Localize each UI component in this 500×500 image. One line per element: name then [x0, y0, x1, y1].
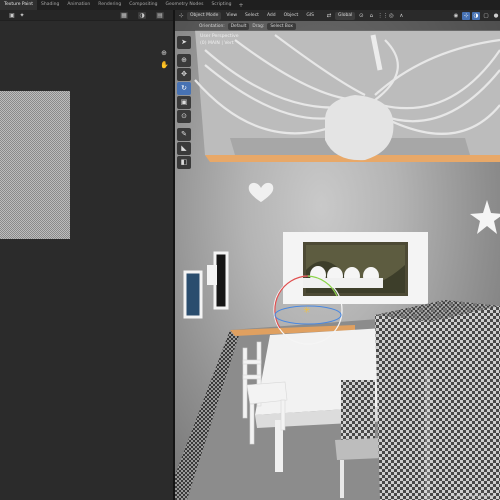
view-toggle-icon[interactable]: ▦: [120, 12, 128, 19]
shading-solid-icon[interactable]: ●: [492, 12, 500, 20]
collection-name: (0) MAIN | Vert: [200, 41, 234, 46]
measure-icon[interactable]: ◣: [177, 142, 191, 155]
tab-shading[interactable]: Shading: [37, 0, 63, 10]
orientation-select[interactable]: Default: [227, 22, 250, 30]
svg-text:✳: ✳: [303, 306, 311, 316]
scene-render: ✳: [175, 30, 500, 500]
checker-texture: [0, 91, 70, 239]
heart-decor: [248, 182, 274, 202]
add-workspace-button[interactable]: +: [235, 2, 246, 9]
3d-viewport[interactable]: ✳ ⊹ Object Mode View Select Add Object G…: [175, 10, 500, 500]
scale-icon[interactable]: ▣: [177, 96, 191, 109]
view-name: User Perspective: [200, 34, 239, 39]
viewport-header: ⊹ Object Mode View Select Add Object GIS…: [175, 10, 500, 21]
tab-rendering[interactable]: Rendering: [94, 0, 125, 10]
menu-gis[interactable]: GIS: [303, 12, 317, 20]
image-editor-canvas[interactable]: ⊕ ✋: [0, 21, 173, 500]
image-editor-header: ▣ ✦ ▦ ◑ ▤: [0, 10, 173, 21]
menu-object[interactable]: Object: [281, 12, 302, 20]
rotate-icon[interactable]: ↻: [177, 82, 191, 95]
proportional-edit-icon[interactable]: ◎: [387, 12, 395, 20]
status-text: Verts | Vert | Vertices: [454, 493, 494, 498]
star-decor: [470, 200, 500, 234]
menu-select[interactable]: Select: [242, 12, 262, 20]
orientation-label: Orientation:: [199, 23, 225, 29]
tool-shelf: ➤ ⊕ ✥ ↻ ▣ ⊙ ✎ ◣ ◧: [177, 36, 191, 169]
pivot-icon[interactable]: ⊙: [357, 12, 365, 20]
pan-hand-icon[interactable]: ✋: [160, 61, 169, 69]
editor-type-icon[interactable]: ▣: [8, 12, 16, 19]
chair-right: [341, 380, 375, 445]
orientation-icon: ⇄: [326, 12, 332, 19]
overlay-toggle-icon[interactable]: ◑: [472, 11, 480, 20]
pin-icon[interactable]: ✦: [18, 12, 26, 19]
drag-label: Drag:: [252, 23, 265, 29]
menu-add[interactable]: Add: [264, 12, 279, 20]
moon-decor: [429, 178, 447, 203]
zoom-icon[interactable]: ⊕: [160, 49, 168, 57]
editor-type-icon[interactable]: ⊹: [177, 12, 185, 20]
tab-geometry-nodes[interactable]: Geometry Nodes: [161, 0, 207, 10]
workspace-tab-bar: Texture Paint Shading Animation Renderin…: [0, 0, 500, 10]
snap-icon[interactable]: ⌂: [367, 12, 375, 20]
image-editor: ▣ ✦ ▦ ◑ ▤ ⊕ ✋: [0, 10, 173, 500]
display-icon[interactable]: ▤: [156, 12, 164, 19]
move-icon[interactable]: ✥: [177, 68, 191, 81]
select-box-icon[interactable]: ⊕: [177, 54, 191, 67]
overlay-icon[interactable]: ◑: [138, 12, 146, 19]
tab-scripting[interactable]: Scripting: [207, 0, 235, 10]
tab-compositing[interactable]: Compositing: [125, 0, 161, 10]
tool-settings-bar: Orientation: Default Drag: Select Box: [175, 21, 500, 31]
snap-increment-icon[interactable]: ⋮⋮: [377, 12, 388, 20]
picture-frame-1: [183, 270, 203, 319]
transform-icon[interactable]: ⊙: [177, 110, 191, 123]
gizmo-toggle-icon[interactable]: ⊹: [462, 11, 470, 20]
menu-view[interactable]: View: [223, 12, 240, 20]
tab-animation[interactable]: Animation: [63, 0, 94, 10]
tab-texture-paint[interactable]: Texture Paint: [0, 0, 38, 10]
falloff-icon[interactable]: ∧: [397, 12, 405, 20]
add-cube-icon[interactable]: ◧: [177, 156, 191, 169]
annotate-icon[interactable]: ✎: [177, 128, 191, 141]
drag-select[interactable]: Select Box: [267, 22, 296, 30]
mode-selector[interactable]: Object Mode: [187, 11, 222, 20]
xray-icon[interactable]: ▢: [482, 12, 490, 20]
visibility-icon[interactable]: ◉: [452, 12, 460, 20]
cursor-icon[interactable]: ➤: [177, 36, 191, 49]
transform-orientation-select[interactable]: Global: [334, 11, 356, 20]
